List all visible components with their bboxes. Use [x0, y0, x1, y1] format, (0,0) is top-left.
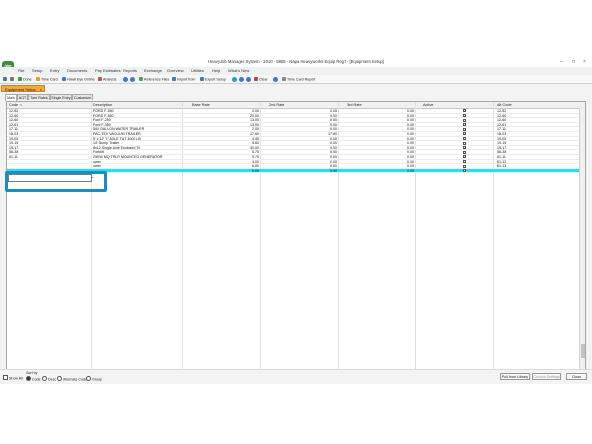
col-code[interactable]: Code ↑↓: [9, 102, 23, 108]
close-window-icon[interactable]: ×: [583, 59, 586, 65]
equipment-grid[interactable]: Code ↑↓ Description Base Rate 2nd Rate 3…: [6, 101, 586, 370]
menu-pay-estimates[interactable]: Pay Estimates: [95, 68, 121, 73]
nav-next-icon[interactable]: [246, 76, 251, 82]
tab-tare-rates[interactable]: Tare Rates: [28, 94, 50, 100]
time-card-report-button[interactable]: Time Card Report: [282, 76, 315, 81]
active-checkbox[interactable]: ✓: [463, 123, 467, 127]
active-checkbox[interactable]: ✓: [463, 113, 467, 117]
cell-base[interactable]: 0.00: [183, 169, 259, 174]
minimize-icon[interactable]: –: [560, 59, 563, 65]
scrollbar-thumb[interactable]: [580, 344, 585, 358]
window-title: HeavyJob Manager System - 2010 - 5855 - …: [0, 57, 592, 67]
vertical-scrollbar[interactable]: [579, 108, 585, 369]
active-checkbox[interactable]: [463, 169, 466, 173]
active-checkbox[interactable]: ✓: [463, 150, 467, 154]
active-checkbox[interactable]: ✓: [463, 164, 467, 168]
menu-setup[interactable]: Setup: [32, 68, 42, 73]
active-checkbox[interactable]: ✓: [463, 118, 467, 122]
sort-alternate-code-radio[interactable]: Alternate Code: [57, 376, 87, 382]
menu-exchange[interactable]: Exchange: [144, 68, 162, 73]
tab-customize[interactable]: Customize: [72, 94, 93, 100]
footer-bar: Show All Sort by Code Desc Alternate Cod…: [0, 369, 592, 384]
reference-files-button[interactable]: Reference Files: [139, 76, 169, 81]
tab-agt[interactable]: AGT: [17, 94, 28, 100]
sort-group-radio[interactable]: Group: [86, 376, 102, 382]
active-checkbox[interactable]: ✓: [463, 127, 467, 131]
active-checkbox[interactable]: ✓: [463, 109, 467, 113]
dropdown-arrow-icon[interactable]: ⌄: [91, 174, 94, 179]
code-edit-input[interactable]: [8, 174, 92, 182]
column-settings-button[interactable]: Column Settings: [532, 373, 561, 380]
menu-help[interactable]: Help: [212, 68, 220, 73]
close-tab-icon[interactable]: ×: [40, 86, 42, 93]
tab-single-entry[interactable]: Single Entry: [50, 94, 72, 100]
export-setup-button[interactable]: Export Setup: [200, 76, 226, 81]
cell-r2[interactable]: 0.00: [261, 169, 337, 174]
time-card-button[interactable]: Time Card: [36, 76, 58, 81]
active-checkbox[interactable]: ✓: [463, 159, 467, 163]
sort-desc-radio[interactable]: Desc: [42, 376, 56, 382]
col-3rd-rate[interactable]: 3rd Rate: [347, 102, 362, 108]
toolbar-save-icon[interactable]: [3, 76, 8, 82]
tab-equipment-setup[interactable]: Equipment Setup ×: [1, 85, 45, 92]
maximize-icon[interactable]: □: [572, 59, 575, 65]
col-active[interactable]: Active: [423, 102, 433, 108]
help-circle-icon[interactable]: [273, 76, 278, 82]
menu-reports[interactable]: Reports: [123, 68, 137, 73]
close-button[interactable]: Close: [566, 373, 587, 380]
tab-main[interactable]: Main: [5, 94, 17, 101]
active-checkbox[interactable]: ✓: [463, 155, 467, 159]
sort-code-radio[interactable]: Code: [26, 376, 41, 382]
col-description[interactable]: Description: [93, 102, 112, 108]
forward-icon[interactable]: [130, 76, 135, 82]
active-checkbox[interactable]: ✓: [463, 132, 467, 136]
clear-button[interactable]: Clear: [254, 76, 268, 81]
nav-prev-icon[interactable]: [239, 76, 244, 82]
analysis-button[interactable]: Analysis: [98, 76, 116, 81]
back-icon[interactable]: [123, 76, 128, 82]
toolbar-print-icon[interactable]: [10, 76, 15, 82]
sort-by-label: Sort by: [26, 371, 38, 375]
hawk-eye-button[interactable]: Hawk Eye Online: [62, 76, 95, 81]
grid-header: Code ↑↓ Description Base Rate 2nd Rate 3…: [7, 102, 585, 109]
done-button[interactable]: Done: [18, 76, 32, 81]
menu-utilities[interactable]: Utilities: [191, 68, 204, 73]
show-all-checkbox[interactable]: Show All: [3, 375, 23, 381]
cell-r3[interactable]: 0.00: [339, 169, 414, 174]
menu-overview[interactable]: Overview: [167, 68, 184, 73]
app-window: HeavyJob Manager System - 2010 - 5855 - …: [0, 57, 592, 384]
toolbar: Done Time Card Hawk Eye Online Analysis …: [0, 75, 592, 84]
active-checkbox[interactable]: ✓: [463, 136, 467, 140]
col-base-rate[interactable]: Base Rate: [192, 102, 210, 108]
menu-file[interactable]: File: [18, 68, 24, 73]
import-from-button[interactable]: Import from: [172, 76, 195, 81]
menu-whats-new[interactable]: What's New: [228, 68, 249, 73]
menu-entry[interactable]: Entry: [50, 68, 59, 73]
col-alt-code[interactable]: Alt Code: [497, 102, 512, 108]
col-2nd-rate[interactable]: 2nd Rate: [269, 102, 284, 108]
pull-from-library-button[interactable]: Pull from Library: [500, 373, 530, 380]
refresh-icon[interactable]: [232, 76, 237, 82]
menu-documents[interactable]: Documents: [67, 68, 87, 73]
active-checkbox[interactable]: ✓: [463, 141, 467, 145]
active-checkbox[interactable]: ✓: [463, 146, 467, 150]
